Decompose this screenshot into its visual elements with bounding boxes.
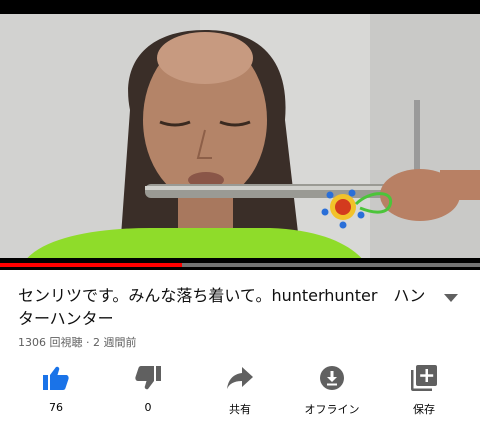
download-icon bbox=[318, 364, 346, 392]
share-icon bbox=[226, 364, 254, 392]
title-row: センリツです。みんな落ち着いて。hunterhunter ハンターハンター bbox=[18, 284, 438, 330]
offline-button[interactable]: オフライン bbox=[292, 360, 372, 420]
expand-description-button[interactable] bbox=[440, 290, 462, 306]
like-button[interactable]: 76 bbox=[16, 360, 96, 420]
video-title: センリツです。みんな落ち着いて。hunterhunter ハンターハンター bbox=[18, 286, 426, 328]
save-label: 保存 bbox=[413, 403, 435, 416]
save-button[interactable]: 保存 bbox=[384, 360, 464, 420]
video-progress-bar[interactable] bbox=[0, 263, 480, 267]
like-count: 76 bbox=[49, 401, 63, 414]
video-progress-fill bbox=[0, 263, 183, 267]
chevron-down-icon bbox=[444, 294, 458, 302]
playlist-add-icon bbox=[410, 364, 438, 392]
video-meta: 1306 回視聴 · 2 週間前 bbox=[18, 336, 137, 349]
dislike-count: 0 bbox=[144, 401, 152, 414]
thumbs-down-icon bbox=[134, 364, 162, 392]
offline-label: オフライン bbox=[304, 403, 360, 416]
video-frame bbox=[0, 0, 480, 270]
action-bar: 76 0 共有 オフライン 保存 bbox=[0, 360, 480, 420]
video-player[interactable] bbox=[0, 0, 480, 270]
share-button[interactable]: 共有 bbox=[200, 360, 280, 420]
share-label: 共有 bbox=[229, 403, 251, 416]
dislike-button[interactable]: 0 bbox=[108, 360, 188, 420]
thumbs-up-icon bbox=[42, 364, 70, 392]
